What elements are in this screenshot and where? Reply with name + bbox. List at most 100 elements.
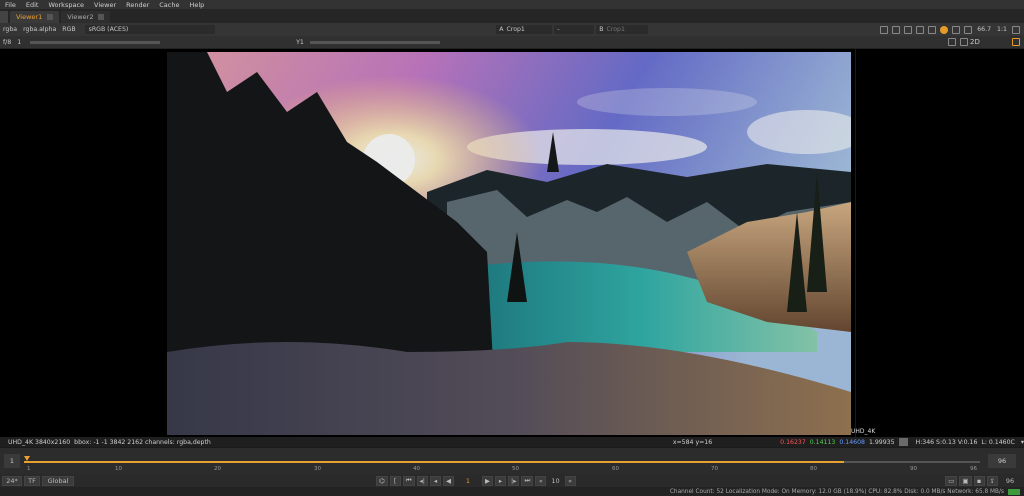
tab-label: Viewer1 [16,13,43,21]
gain-slider[interactable] [30,40,161,44]
rendered-image [167,52,851,435]
transform-icon[interactable] [960,38,968,46]
pixel-b: 0.14608 [839,438,865,446]
loop-icon[interactable]: ▣ [959,475,972,486]
status-indicator-icon [1008,488,1020,495]
pixel-hsv: H:346 S:0.13 V:0.16 [915,438,978,446]
tick-label: 70 [711,466,718,472]
menu-render[interactable]: Render [121,1,154,9]
expand-icon[interactable] [1012,25,1020,34]
format-info: UHD_4K 3840x2160 [8,438,71,446]
viewer-canvas[interactable] [0,49,1024,437]
crop-icon[interactable] [948,38,956,46]
pixel-g: 0.14113 [809,438,836,446]
fps-select[interactable]: 24* [2,475,22,486]
gear-icon[interactable] [952,25,961,34]
bbox-info: bbox: -1 -1 3842 2162 channels: rgba,dep… [74,438,211,446]
last-frame-button[interactable]: ⏭ [521,475,534,486]
view-mode-select[interactable]: 2D [970,38,1010,46]
menu-help[interactable]: Help [184,1,209,9]
next-frame-button[interactable]: ▸ [495,475,506,486]
compare-op-select[interactable]: - [554,25,595,34]
menu-viewer[interactable]: Viewer [89,1,121,9]
input-a-select[interactable]: A Crop1 [496,25,553,34]
tab-label: Viewer2 [67,13,94,21]
flipbook-icon[interactable]: ⌬ [376,475,388,486]
in-point-button[interactable]: [ [389,475,401,486]
range-icon[interactable]: ▭ [945,475,958,486]
close-icon[interactable] [98,14,105,20]
tick-label: 1 [27,466,31,472]
landscape-image [167,52,851,435]
tick-label: 50 [512,466,519,472]
pixel-r: 0.16237 [780,438,806,446]
ratio-select[interactable]: 1:1 [994,25,1010,34]
tick-label: 80 [810,466,817,472]
frame-field[interactable]: 1 [14,39,24,46]
timeline-start-field[interactable]: 1 [4,454,20,468]
step-forward-button[interactable]: » [564,475,576,486]
display-select[interactable]: RGB [59,25,78,34]
color-swatch [898,438,908,446]
tick-label: 96 [970,466,977,472]
pane-menu-icon[interactable] [0,11,8,23]
input-b-select[interactable]: B Crop1 [596,25,649,34]
status-bar: Channel Count: 52 Localization Mode: On … [0,487,1024,496]
first-frame-button[interactable]: ⏮ [402,475,415,486]
export-icon[interactable]: ⇪ [986,475,998,486]
colorspace-select[interactable]: sRGB (ACES) [84,25,215,34]
next-keyframe-button[interactable]: |▸ [508,475,520,486]
menu-edit[interactable]: Edit [21,1,44,9]
roi-icon[interactable] [880,25,889,34]
status-text: Channel Count: 52 Localization Mode: On … [669,488,1004,495]
menu-workspace[interactable]: Workspace [43,1,89,9]
viewer-right-edge [855,49,856,437]
fstop-field[interactable]: f/8 [0,39,14,46]
pixel-a: 1.99935 [868,438,895,446]
tick-label: 40 [413,466,420,472]
prev-keyframe-button[interactable]: ◂| [416,475,428,486]
pause-icon[interactable] [964,25,973,34]
timeline-range [24,461,844,463]
lock-icon[interactable]: ▪ [973,475,985,486]
tab-viewer1[interactable]: Viewer1 [10,11,60,23]
tab-viewer2[interactable]: Viewer2 [61,11,111,23]
prev-frame-button[interactable]: ◂ [430,475,441,486]
viewer-toolbar: rgba rgba.alpha RGB sRGB (ACES) A Crop1 -… [0,23,1024,36]
close-icon[interactable] [47,14,54,20]
tick-label: 20 [214,466,221,472]
lut-icon[interactable] [916,25,925,34]
playback-controls: 24* TF Global ⌬ [ ⏮ ◂| ◂ ◀ 1 ▶ ▸ |▸ ⏭ « … [0,474,1024,487]
tick-label: 60 [612,466,619,472]
overlay-icon[interactable] [892,25,901,34]
menu-bar: File Edit Workspace Viewer Render Cache … [0,0,1024,9]
pixel-l: L: 0.1460C [981,438,1015,446]
play-button[interactable]: ▶ [482,475,493,486]
step-field[interactable]: 10 [548,475,563,486]
tf-select[interactable]: TF [24,475,40,486]
gamma-slider[interactable] [309,40,440,44]
tick-label: 90 [910,466,917,472]
refresh-icon[interactable] [940,25,949,34]
channels-select[interactable]: rgba [0,25,20,34]
play-reverse-button[interactable]: ◀ [443,475,454,486]
menu-file[interactable]: File [0,1,21,9]
menu-icon[interactable] [928,25,937,34]
timeline-end-field[interactable]: 96 [988,454,1016,468]
alpha-select[interactable]: rgba.alpha [20,25,59,34]
playhead[interactable] [24,456,30,461]
info-bar: UHD_4K 3840x2160 bbox: -1 -1 3842 2162 c… [0,437,1024,447]
cursor-coords: x=584 y=16 [672,438,713,446]
pencil-icon[interactable] [1012,38,1020,46]
timeline[interactable]: 1 1 10 20 30 40 50 60 70 80 90 96 96 [0,447,1024,474]
gamma-field[interactable]: 1 [300,39,304,46]
tick-label: 30 [314,466,321,472]
scope-select[interactable]: Global [42,475,74,486]
image-format-label: UHD_4K [851,428,876,435]
proxy-icon[interactable] [904,25,913,34]
zoom-select[interactable]: 66.7 [974,25,994,34]
current-frame-field[interactable]: 1 [456,475,480,486]
step-back-button[interactable]: « [535,475,547,486]
menu-cache[interactable]: Cache [154,1,184,9]
end-frame-field[interactable]: 96 [1000,475,1020,486]
